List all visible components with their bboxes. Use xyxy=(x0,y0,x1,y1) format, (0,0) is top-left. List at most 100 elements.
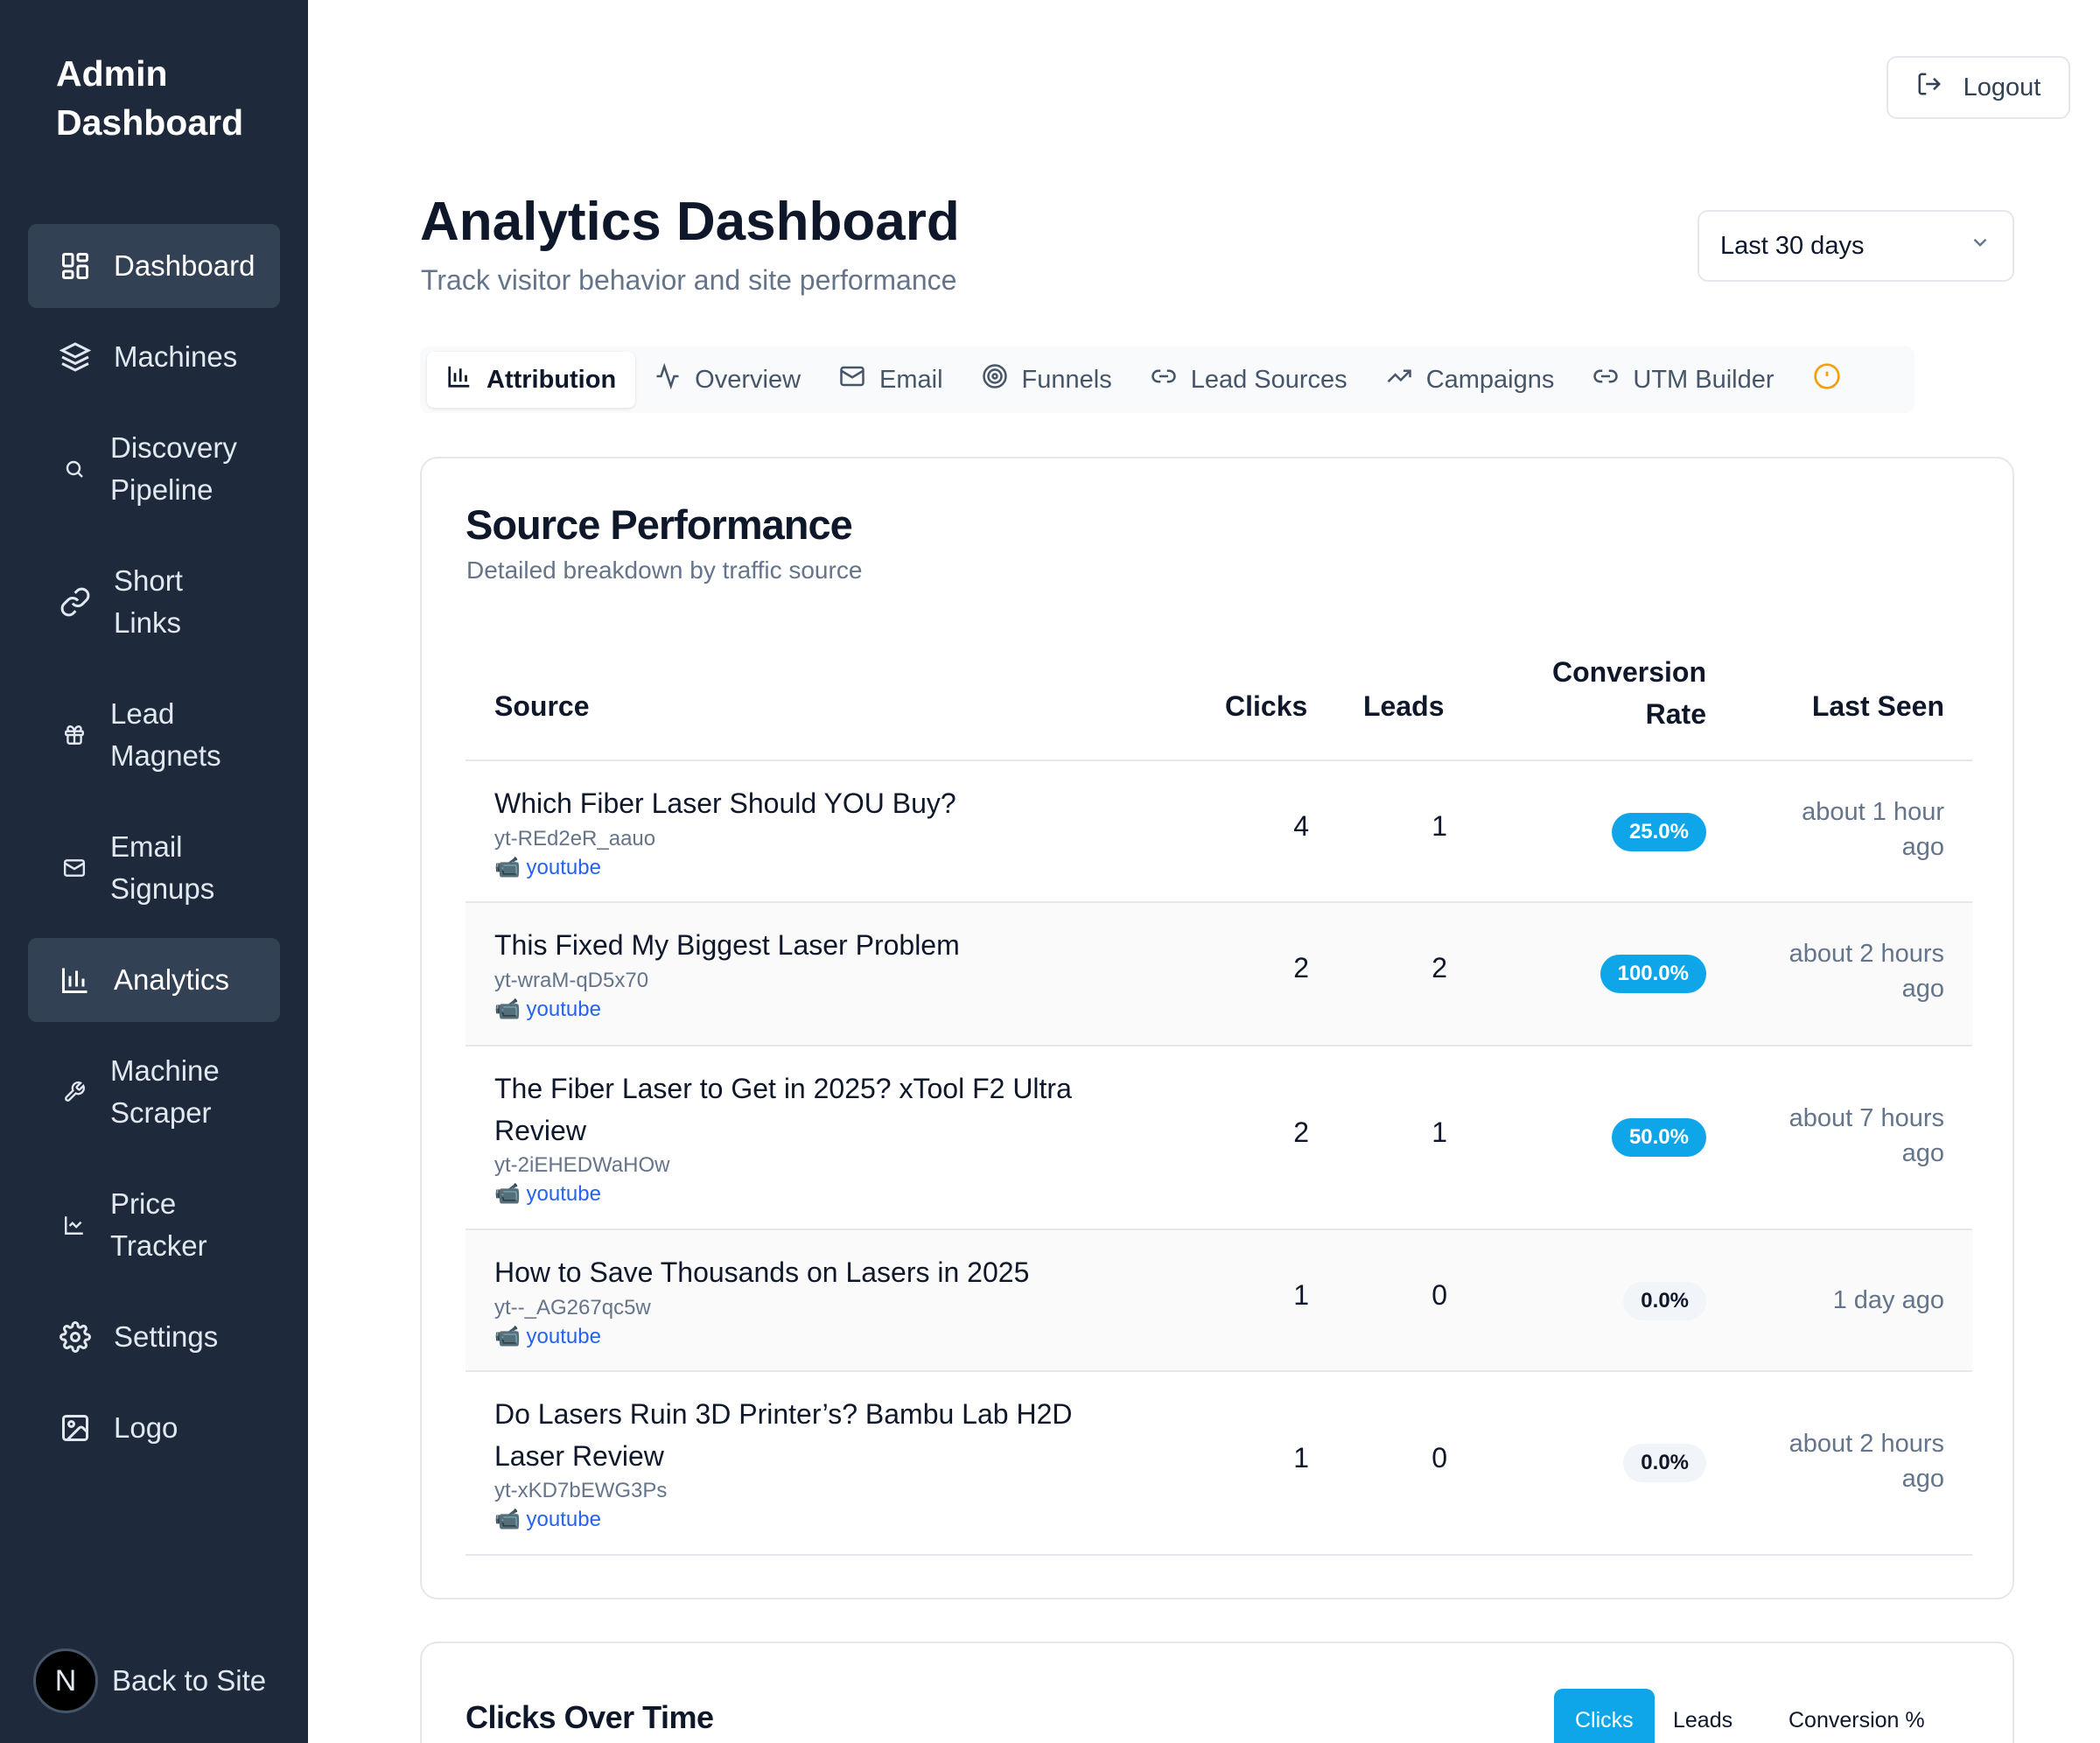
tab-label: Email xyxy=(879,365,943,394)
gift-icon xyxy=(63,724,86,746)
source-title: How to Save Thousands on Lasers in 2025 xyxy=(494,1256,1030,1288)
column-conversion-line2: Rate xyxy=(1645,698,1706,730)
source-platform-link[interactable]: 📹 youtube xyxy=(494,1507,601,1532)
sidebar-nav: Dashboard Machines Discovery Pipeline Sh… xyxy=(28,224,280,1477)
last-seen-line1: about 2 hours xyxy=(1788,940,1944,968)
wrench-icon xyxy=(63,1081,86,1103)
table-row[interactable]: Do Lasers Ruin 3D Printer’s? Bambu Lab H… xyxy=(466,1372,1972,1556)
sidebar-item-lead-magnets[interactable]: Lead Magnets xyxy=(28,672,280,798)
sidebar-item-label: Discovery Pipeline xyxy=(110,431,237,506)
table-row[interactable]: The Fiber Laser to Get in 2025? xTool F2… xyxy=(466,1046,1972,1230)
search-icon xyxy=(63,458,86,480)
leads-value: 1 xyxy=(1432,1116,1447,1148)
back-to-site-link[interactable]: N Back to Site xyxy=(33,1648,266,1713)
sidebar-item-label: Lead Magnets xyxy=(110,697,221,772)
source-id: yt-wraM-qD5x70 xyxy=(494,969,649,992)
last-seen-line1: 1 day ago xyxy=(1832,1286,1944,1314)
bar-chart-icon xyxy=(58,962,93,998)
last-seen-line2: ago xyxy=(1901,1465,1944,1493)
date-range-value: Last 30 days xyxy=(1720,231,1865,260)
source-platform-link[interactable]: 📹 youtube xyxy=(494,1181,601,1207)
sidebar-item-label: Email Signups xyxy=(110,830,215,905)
sidebar-item-label: Machine Scraper xyxy=(110,1054,220,1129)
sidebar-item-label: Settings xyxy=(114,1320,219,1353)
logout-label: Logout xyxy=(1963,73,2041,102)
sidebar-item-discovery-pipeline[interactable]: Discovery Pipeline xyxy=(28,406,280,532)
sidebar-item-dashboard[interactable]: Dashboard xyxy=(28,224,280,308)
last-seen-line2: ago xyxy=(1901,1139,1944,1167)
sidebar: Admin Dashboard Dashboard Machines Disco… xyxy=(0,0,308,1743)
source-platform-link[interactable]: 📹 youtube xyxy=(494,1324,601,1349)
sidebar-item-label: Price Tracker xyxy=(110,1187,207,1262)
gear-icon xyxy=(58,1320,93,1354)
last-seen: about 7 hours ago xyxy=(1734,1101,1944,1171)
sidebar-item-price-tracker[interactable]: Price Tracker xyxy=(28,1162,280,1288)
table-header: Source Clicks Leads Conversion Rate Last… xyxy=(466,651,1972,761)
tab-alerts[interactable] xyxy=(1794,352,1860,408)
leads-value: 0 xyxy=(1432,1442,1447,1474)
page-title: Analytics Dashboard xyxy=(420,192,960,252)
tab-funnels[interactable]: Funnels xyxy=(962,352,1131,408)
card-title: Source Performance xyxy=(466,501,853,548)
source-id: yt-2iEHEDWaHOw xyxy=(494,1153,670,1177)
last-seen: about 1 hour ago xyxy=(1734,794,1944,864)
image-icon xyxy=(58,1410,93,1446)
tab-label: Lead Sources xyxy=(1190,365,1348,394)
toggle-leads[interactable]: Leads xyxy=(1652,1689,1754,1743)
card-title: Clicks Over Time xyxy=(466,1699,714,1735)
leads-value: 0 xyxy=(1432,1279,1447,1311)
trending-up-icon xyxy=(1386,363,1412,396)
tab-email[interactable]: Email xyxy=(820,352,962,408)
column-clicks: Clicks xyxy=(1225,690,1308,722)
column-conversion-line1: Conversion xyxy=(1551,656,1706,688)
sidebar-item-label: Logo xyxy=(114,1411,178,1444)
tab-campaigns[interactable]: Campaigns xyxy=(1367,352,1574,408)
leads-value: 1 xyxy=(1432,810,1447,842)
clicks-over-time-card: Clicks Over Time Clicks Leads Conversion… xyxy=(420,1642,2014,1743)
toggle-conversion[interactable]: Conversion % xyxy=(1768,1689,1946,1743)
sidebar-item-analytics[interactable]: Analytics xyxy=(28,938,280,1022)
tab-attribution[interactable]: Attribution xyxy=(427,352,636,408)
alert-circle-icon xyxy=(1813,362,1841,397)
bar-chart-icon xyxy=(446,363,472,396)
source-performance-card: Source Performance Detailed breakdown by… xyxy=(420,457,2014,1600)
tab-utm-builder[interactable]: UTM Builder xyxy=(1573,352,1793,408)
tab-label: Overview xyxy=(695,365,802,394)
line-chart-icon xyxy=(63,1214,86,1236)
sidebar-item-settings[interactable]: Settings xyxy=(28,1295,280,1379)
logout-button[interactable]: Logout xyxy=(1886,56,2070,119)
sidebar-item-label: Dashboard xyxy=(114,249,256,282)
clicks-value: 4 xyxy=(1293,810,1309,842)
logout-icon xyxy=(1916,71,1942,104)
source-id: yt-xKD7bEWG3Ps xyxy=(494,1479,668,1502)
tab-label: Campaigns xyxy=(1425,365,1555,394)
source-id: yt--_AG267qc5w xyxy=(494,1296,651,1320)
sidebar-item-email-signups[interactable]: Email Signups xyxy=(28,805,280,931)
tab-overview[interactable]: Overview xyxy=(635,352,820,408)
layers-icon xyxy=(58,340,93,374)
last-seen: 1 day ago xyxy=(1734,1283,1944,1318)
column-last-seen: Last Seen xyxy=(1811,690,1944,722)
source-platform-link[interactable]: 📹 youtube xyxy=(494,997,601,1022)
sidebar-item-machines[interactable]: Machines xyxy=(28,315,280,399)
sidebar-item-label: Short Links xyxy=(114,564,183,639)
date-range-select[interactable]: Last 30 days xyxy=(1698,210,2014,282)
table-row[interactable]: This Fixed My Biggest Laser Problem yt-w… xyxy=(466,903,1972,1046)
sidebar-item-logo[interactable]: Logo xyxy=(28,1386,280,1470)
conversion-badge: 25.0% xyxy=(1611,813,1706,851)
tab-lead-sources[interactable]: Lead Sources xyxy=(1131,352,1367,408)
last-seen-line1: about 1 hour xyxy=(1802,798,1944,826)
sidebar-item-machine-scraper[interactable]: Machine Scraper xyxy=(28,1029,280,1155)
conversion-badge: 50.0% xyxy=(1611,1118,1706,1157)
source-platform-link[interactable]: 📹 youtube xyxy=(494,855,601,880)
table-row[interactable]: How to Save Thousands on Lasers in 2025 … xyxy=(466,1230,1972,1372)
last-seen-line1: about 7 hours xyxy=(1788,1104,1944,1132)
sidebar-item-short-links[interactable]: Short Links xyxy=(28,539,280,665)
sidebar-item-label: Machines xyxy=(114,340,238,373)
source-title: Which Fiber Laser Should YOU Buy? xyxy=(494,788,956,819)
table-row[interactable]: Which Fiber Laser Should YOU Buy? yt-REd… xyxy=(466,761,1972,903)
toggle-clicks[interactable]: Clicks xyxy=(1554,1689,1655,1743)
activity-icon xyxy=(654,362,681,396)
source-id: yt-REd2eR_aauo xyxy=(494,827,656,850)
card-description: Detailed breakdown by traffic source xyxy=(466,556,863,584)
